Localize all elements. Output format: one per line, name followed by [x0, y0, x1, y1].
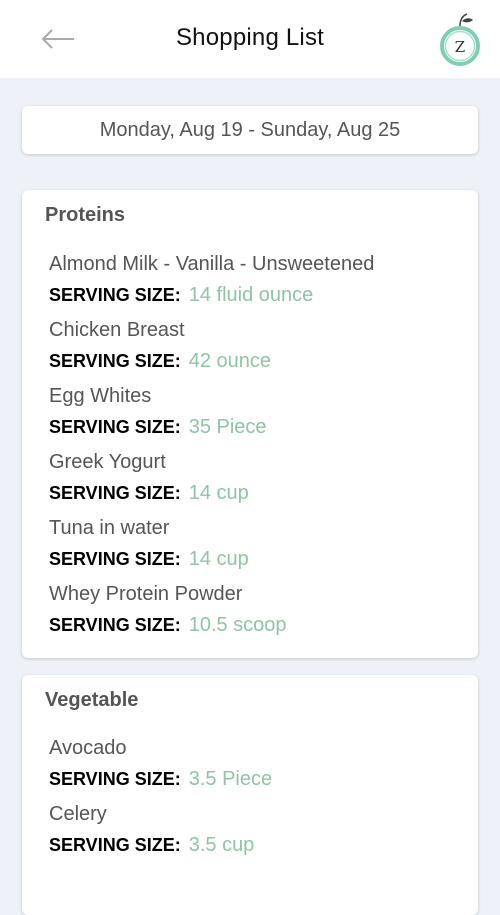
serving-label: SERVING SIZE:	[49, 835, 181, 855]
list-item[interactable]: Greek Yogurt SERVING SIZE: 14 cup	[49, 450, 469, 507]
serving-value: 14 fluid ounce	[188, 284, 314, 306]
date-range-selector[interactable]: Monday, Aug 19 - Sunday, Aug 25	[22, 106, 478, 154]
serving-value: 3.5 cup	[188, 834, 255, 856]
list-item[interactable]: Whey Protein Powder SERVING SIZE: 10.5 sc…	[49, 582, 469, 639]
serving-value: 14 cup	[188, 548, 249, 570]
serving-label: SERVING SIZE:	[49, 351, 181, 371]
list-item[interactable]: Almond Milk - Vanilla - Unsweetened SERV…	[49, 252, 469, 309]
apple-logo-icon[interactable]: Z	[436, 12, 484, 68]
list-item[interactable]: Egg Whites SERVING SIZE: 35 Piece	[49, 384, 469, 441]
app-header: Shopping List Z	[0, 0, 500, 78]
serving-value: 35 Piece	[188, 416, 267, 438]
serving-label: SERVING SIZE:	[49, 769, 181, 789]
page-title: Shopping List	[175, 24, 325, 51]
list-item[interactable]: Chicken Breast SERVING SIZE: 42 ounce	[49, 318, 469, 375]
serving-label: SERVING SIZE:	[49, 285, 181, 305]
list-item[interactable]: Avocado SERVING SIZE: 3.5 Piece	[49, 736, 469, 793]
category-card-vegetable: Vegetable Avocado SERVING SIZE: 3.5 Piece…	[22, 675, 478, 915]
list-item[interactable]: Celery SERVING SIZE: 3.5 cup	[49, 802, 469, 859]
serving-label: SERVING SIZE:	[49, 615, 181, 635]
item-name: Egg Whites	[49, 385, 152, 407]
serving-value: 3.5 Piece	[188, 768, 273, 790]
item-name: Chicken Breast	[49, 319, 185, 341]
category-title: Proteins	[45, 204, 126, 226]
item-name: Almond Milk - Vanilla - Unsweetened	[49, 253, 375, 275]
list-item[interactable]: Tuna in water SERVING SIZE: 14 cup	[49, 516, 469, 573]
serving-value: 42 ounce	[188, 350, 271, 372]
serving-value: 10.5 scoop	[188, 614, 287, 636]
item-name: Avocado	[49, 737, 127, 759]
item-name: Celery	[49, 803, 107, 825]
category-title: Vegetable	[45, 689, 139, 711]
serving-label: SERVING SIZE:	[49, 549, 181, 569]
date-range-label: Monday, Aug 19 - Sunday, Aug 25	[99, 118, 401, 141]
serving-label: SERVING SIZE:	[49, 483, 181, 503]
category-card-proteins: Proteins Almond Milk - Vanilla - Unsweet…	[22, 190, 478, 658]
item-name: Tuna in water	[49, 517, 170, 539]
serving-value: 14 cup	[188, 482, 249, 504]
serving-label: SERVING SIZE:	[49, 417, 181, 437]
logo-letter: Z	[455, 38, 465, 56]
item-name: Greek Yogurt	[49, 451, 166, 473]
item-name: Whey Protein Powder	[49, 583, 243, 605]
